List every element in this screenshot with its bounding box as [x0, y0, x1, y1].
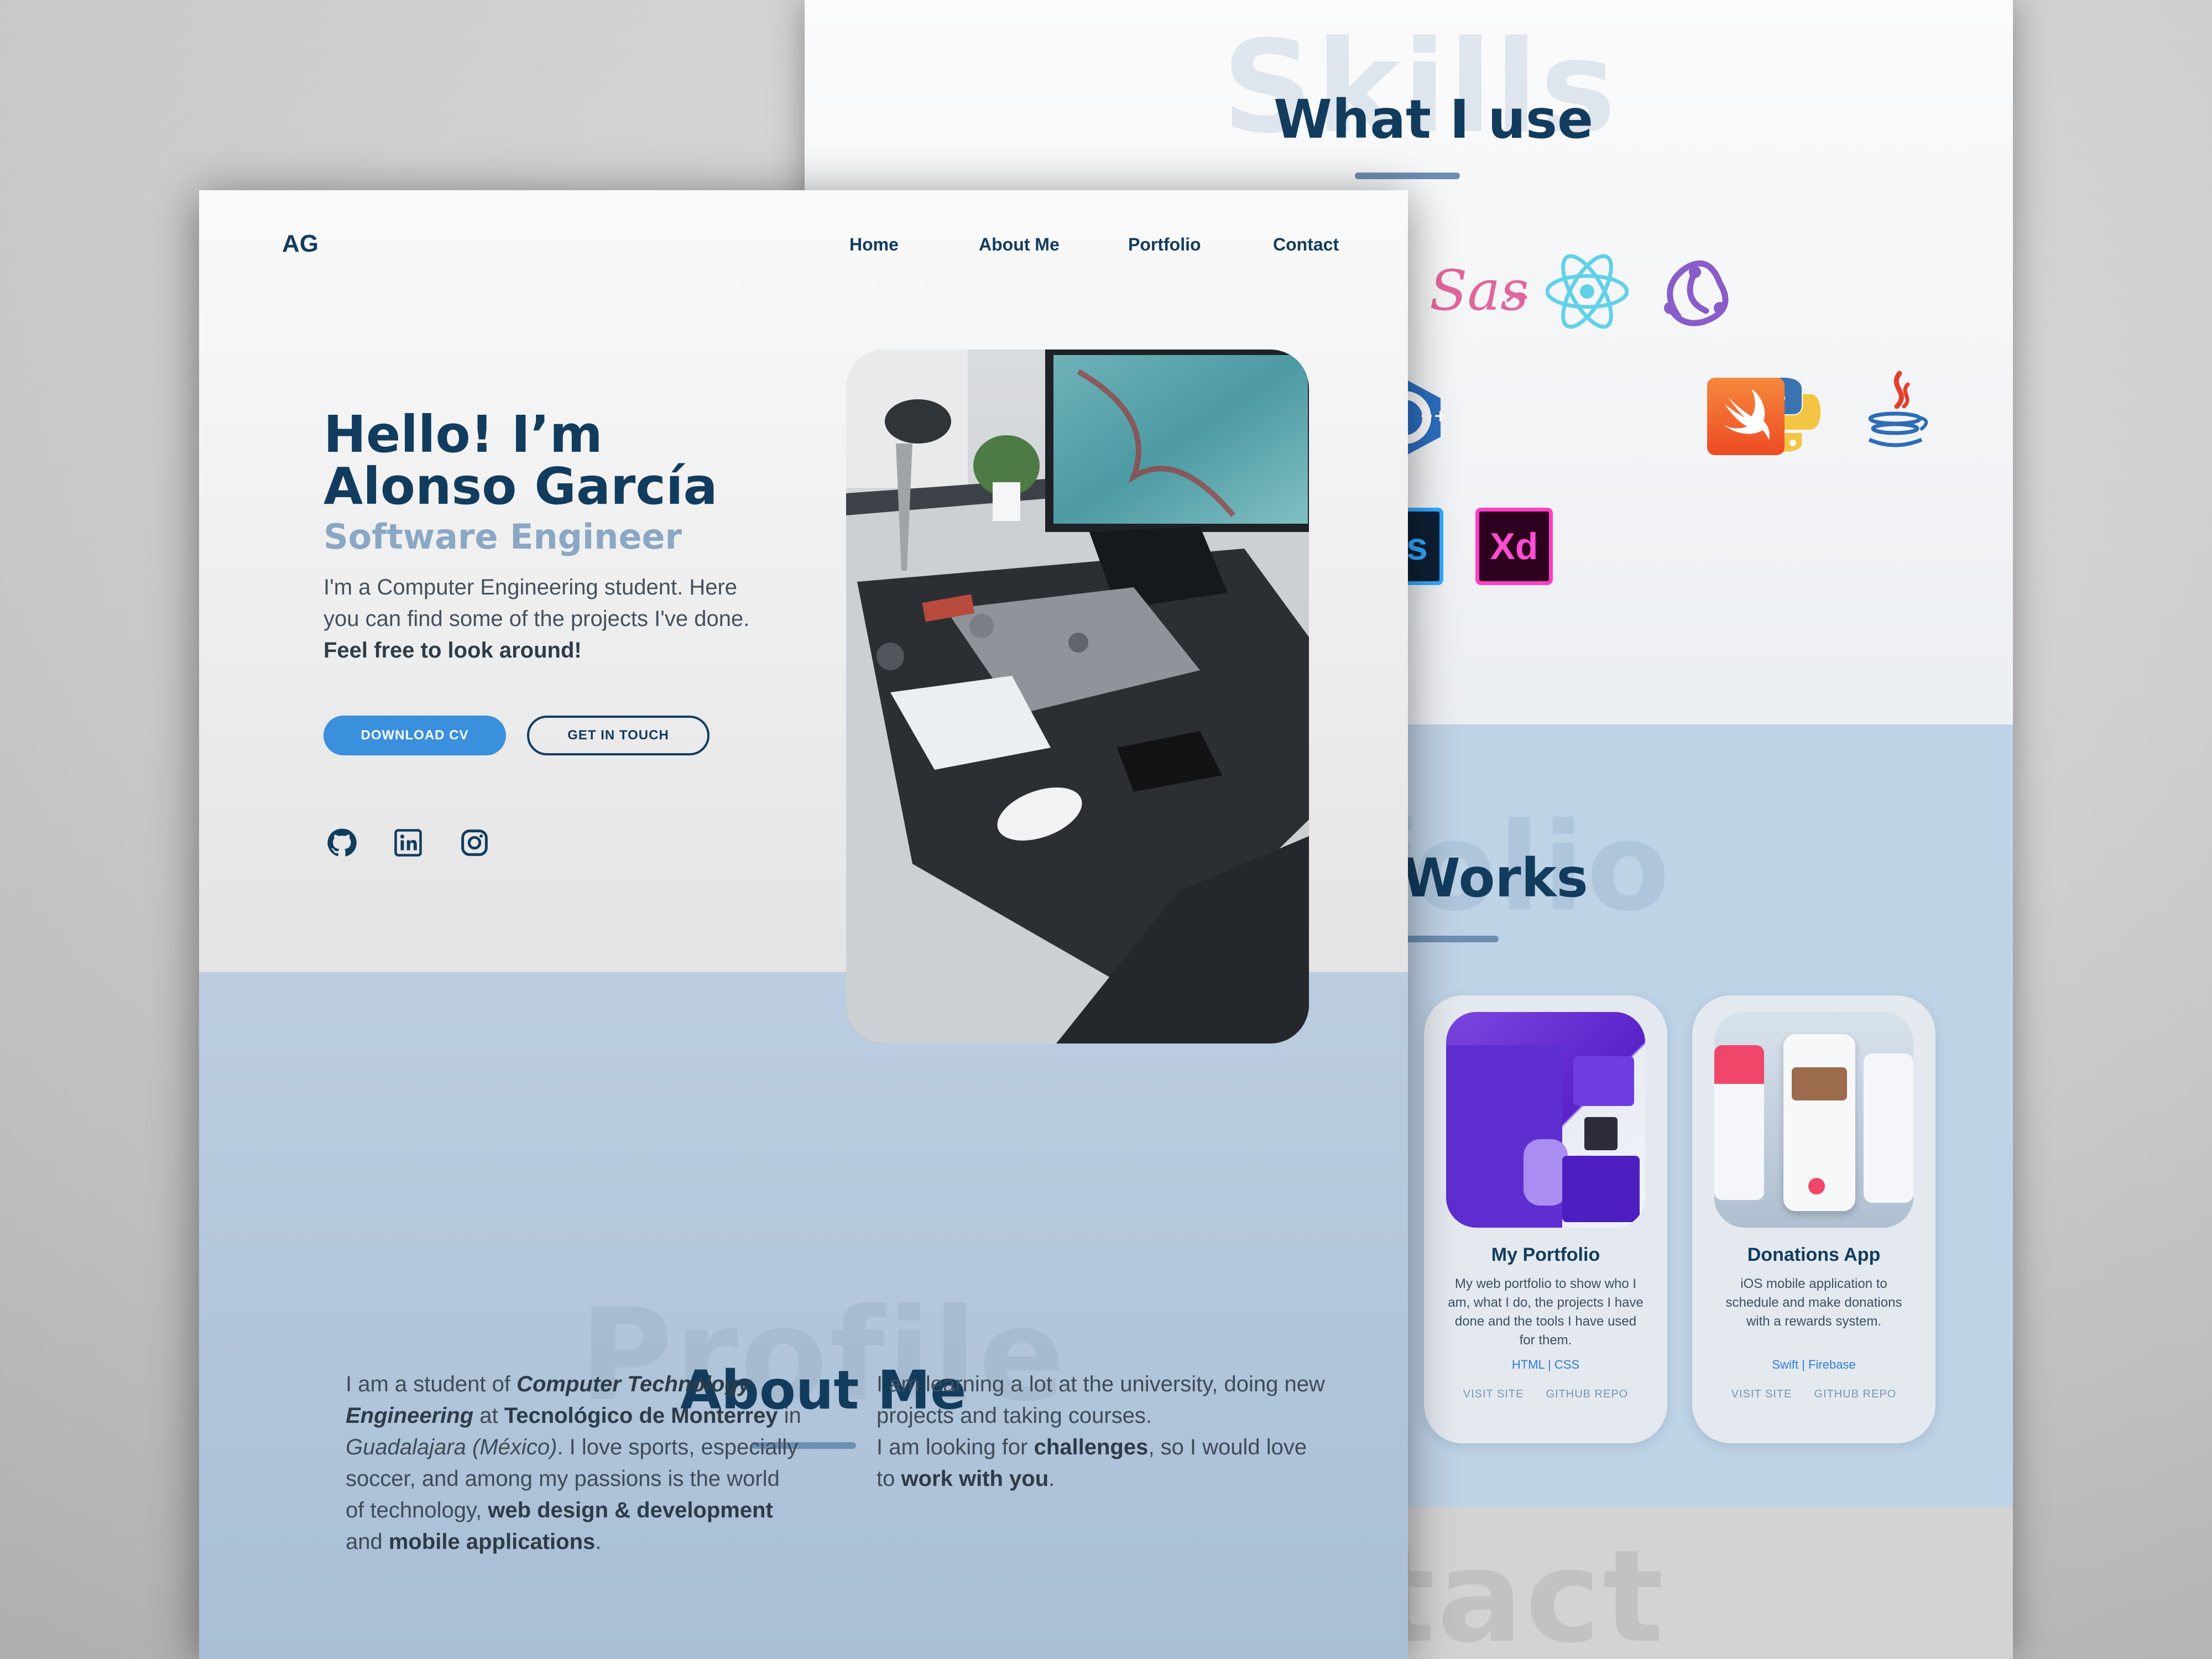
github-repo-link[interactable]: GITHUB REPO	[1814, 1388, 1896, 1401]
project-tags: HTML | CSS	[1511, 1358, 1580, 1371]
get-in-touch-button[interactable]: GET IN TOUCH	[527, 716, 709, 755]
portfolio-title: Works	[1402, 847, 1588, 909]
linkedin-icon[interactable]	[392, 826, 425, 859]
visit-site-link[interactable]: VISIT SITE	[1463, 1388, 1524, 1401]
project-card-donations[interactable]: Donations App iOS mobile application to …	[1692, 995, 1936, 1443]
project-thumbnail	[1714, 1012, 1913, 1228]
swift-icon-graphic	[1707, 378, 1785, 455]
skills-title: What I use	[1274, 88, 1594, 150]
skills-title-underline	[1355, 173, 1460, 179]
hero-intro-line1: I'm a Computer Engineering student. Here	[324, 575, 738, 599]
project-title: Donations App	[1747, 1244, 1881, 1265]
project-thumbnail	[1446, 1012, 1645, 1228]
project-title: My Portfolio	[1491, 1244, 1600, 1265]
project-card-portfolio[interactable]: My Portfolio My web portfolio to show wh…	[1424, 995, 1667, 1443]
svg-text:++: ++	[1420, 406, 1446, 426]
hero-photo	[846, 349, 1309, 1044]
github-repo-link[interactable]: GITHUB REPO	[1546, 1388, 1628, 1401]
redux-icon	[1653, 250, 1736, 333]
visit-site-link[interactable]: VISIT SITE	[1731, 1388, 1792, 1401]
project-description: My web portfolio to show who I am, what …	[1448, 1276, 1644, 1348]
hero-intro: I'm a Computer Engineering student. Here…	[324, 572, 805, 666]
instagram-icon[interactable]	[458, 826, 491, 859]
about-paragraph-col1: I am a student of Computer Technology En…	[346, 1372, 801, 1554]
site-logo[interactable]: AG	[282, 230, 319, 258]
project-links: VISIT SITE GITHUB REPO	[1692, 1388, 1936, 1401]
portfolio-title-underline	[1396, 936, 1499, 942]
about-paragraph-col2: I am learning a lot at the university, d…	[877, 1372, 1325, 1491]
hero-role: Software Engineer	[324, 517, 682, 557]
nav-home[interactable]: Home	[849, 234, 899, 255]
hero-heading-line1: Hello! I’m	[324, 405, 603, 464]
sass-icon: Sass	[1424, 249, 1529, 332]
java-icon	[1855, 371, 1938, 453]
react-icon	[1546, 250, 1629, 333]
project-tags: Swift | Firebase	[1772, 1358, 1856, 1371]
xd-icon-label: Xd	[1490, 525, 1538, 567]
download-cv-button[interactable]: DOWNLOAD CV	[324, 716, 506, 755]
xd-icon: Xd	[1475, 508, 1553, 585]
nav-contact[interactable]: Contact	[1273, 234, 1339, 255]
github-icon[interactable]	[325, 826, 358, 859]
project-links: VISIT SITE GITHUB REPO	[1424, 1388, 1667, 1401]
hero-intro-bold: Feel free to look around!	[324, 638, 582, 662]
nav-portfolio[interactable]: Portfolio	[1128, 234, 1201, 255]
hero-heading-line2: Alonso García	[324, 457, 718, 516]
hero-heading: Hello! I’m Alonso García	[324, 409, 718, 513]
project-description: iOS mobile application to schedule and m…	[1725, 1276, 1902, 1329]
photoshop-icon-label: s	[1406, 525, 1428, 568]
hero-intro-line2: you can find some of the projects I've d…	[324, 607, 750, 631]
nav-about-me[interactable]: About Me	[979, 234, 1060, 255]
svg-text:Sass: Sass	[1430, 258, 1529, 323]
contact-ghost-title: tact	[1374, 1524, 1666, 1659]
